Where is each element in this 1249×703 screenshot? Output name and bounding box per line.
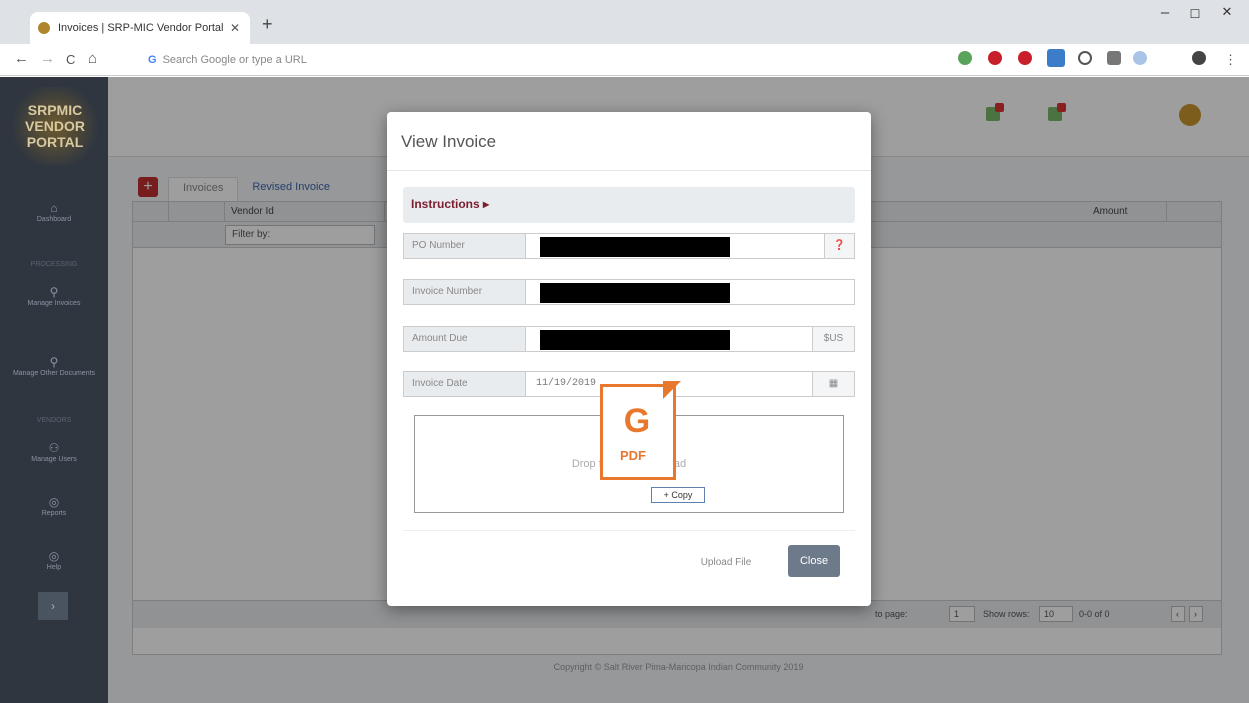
google-icon: G <box>148 54 157 66</box>
pdf-label: PDF <box>620 448 646 463</box>
foxit-logo-icon: G <box>623 402 651 440</box>
extension-ublock-icon[interactable] <box>988 51 1002 65</box>
home-button[interactable]: ⌂ <box>88 50 97 67</box>
documents-icon: ⚲ <box>49 355 59 369</box>
close-tab-icon[interactable]: ✕ <box>228 21 242 35</box>
extension-adblock-icon[interactable] <box>1018 51 1032 65</box>
users-icon: ⚇ <box>48 441 60 455</box>
reload-button[interactable]: C <box>66 52 75 67</box>
instructions-toggle[interactable]: Instructions ▸ <box>403 187 855 223</box>
invoice-number-field[interactable] <box>525 279 855 305</box>
modal-title: View Invoice <box>401 132 497 151</box>
sidebar-item-reports[interactable]: ◎ Reports <box>0 495 108 518</box>
sidebar: SRPMIC VENDOR PORTAL ⌂ Dashboard PROCESS… <box>0 77 108 703</box>
view-invoice-modal: View Invoice Instructions ▸ PO Number ❓ … <box>387 112 871 606</box>
dragged-pdf-file[interactable]: G PDF <box>600 381 681 482</box>
amount-due-row: Amount Due $US <box>403 326 855 352</box>
po-number-row: PO Number ❓ <box>403 233 855 259</box>
po-number-field[interactable] <box>525 233 825 259</box>
redacted-value <box>540 330 730 350</box>
amount-due-field[interactable] <box>525 326 813 352</box>
browser-tab[interactable]: Invoices | SRP-MIC Vendor Portal ✕ <box>30 12 250 44</box>
drag-copy-tooltip: + Copy <box>651 487 705 503</box>
help-icon: ◎ <box>48 549 60 563</box>
new-tab-button[interactable]: + <box>262 14 273 35</box>
back-button[interactable]: ← <box>14 50 29 67</box>
browser-menu-icon[interactable]: ⋮ <box>1224 52 1237 68</box>
calendar-icon[interactable]: ▦ <box>813 371 855 397</box>
po-number-label: PO Number <box>403 233 525 259</box>
amount-due-label: Amount Due <box>403 326 525 352</box>
sidebar-item-dashboard[interactable]: ⌂ Dashboard <box>0 201 108 224</box>
help-icon[interactable]: ❓ <box>825 233 855 259</box>
invoice-date-label: Invoice Date <box>403 371 525 397</box>
redacted-value <box>540 237 730 257</box>
close-button[interactable]: Close <box>788 545 840 577</box>
minimize-button[interactable]: – <box>1150 4 1180 21</box>
sidebar-item-manage-other-documents[interactable]: ⚲ Manage Other Documents <box>0 355 108 378</box>
sidebar-item-manage-invoices[interactable]: ⚲ Manage Invoices <box>0 285 108 308</box>
browser-tab-strip: Invoices | SRP-MIC Vendor Portal ✕ + – ☐… <box>0 0 1249 44</box>
extension-clock-icon[interactable] <box>1078 51 1092 65</box>
browser-tab-title: Invoices | SRP-MIC Vendor Portal <box>58 22 224 34</box>
sidebar-item-help[interactable]: ◎ Help <box>0 549 108 572</box>
extension-shield-icon[interactable] <box>958 51 972 65</box>
invoice-number-row: Invoice Number <box>403 279 855 305</box>
invoice-number-label: Invoice Number <box>403 279 525 305</box>
favicon-icon <box>38 22 50 34</box>
extension-grid-icon[interactable] <box>1107 51 1121 65</box>
address-bar: ← → C ⌂ G Search Google or type a URL ⋮ <box>0 44 1249 76</box>
sidebar-heading-processing: PROCESSING <box>30 261 78 268</box>
portal-logo[interactable]: SRPMIC VENDOR PORTAL <box>6 87 104 165</box>
upload-file-button[interactable]: Upload File <box>699 550 753 576</box>
omnibox[interactable]: G Search Google or type a URL <box>148 49 948 71</box>
forward-button[interactable]: → <box>40 50 55 67</box>
reports-icon: ◎ <box>48 495 60 509</box>
sidebar-collapse-button[interactable]: › <box>38 592 68 620</box>
sidebar-item-manage-users[interactable]: ⚇ Manage Users <box>0 441 108 464</box>
home-icon: ⌂ <box>50 201 58 215</box>
redacted-value <box>540 283 730 303</box>
profile-avatar-icon[interactable] <box>1192 51 1206 65</box>
invoice-icon: ⚲ <box>49 285 59 299</box>
currency-suffix: $US <box>813 326 855 352</box>
omnibox-placeholder: Search Google or type a URL <box>162 54 307 66</box>
maximize-button[interactable]: ☐ <box>1180 7 1210 21</box>
sidebar-heading-vendors: VENDORS <box>36 417 72 424</box>
extension-circle-icon[interactable] <box>1133 51 1147 65</box>
extension-print-icon[interactable] <box>1047 49 1065 67</box>
close-window-button[interactable]: ✕ <box>1212 4 1242 20</box>
